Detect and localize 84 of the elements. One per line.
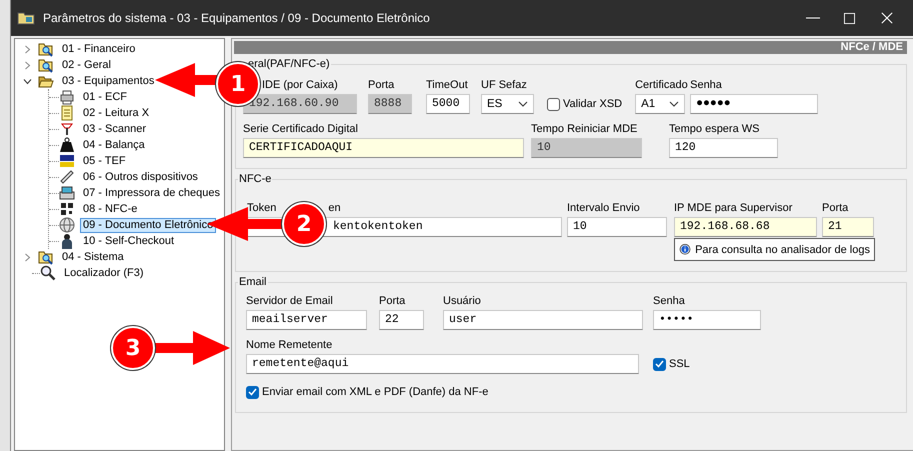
device-icon — [59, 185, 75, 201]
tree-item[interactable]: 01 - Financeiro — [15, 41, 138, 57]
field-label: Nome Remetente — [246, 338, 332, 352]
chevron-right-icon[interactable] — [23, 44, 32, 54]
checkbox-label: SSL — [669, 358, 690, 370]
field-label: Servidor de Email — [246, 294, 333, 308]
folder-icon — [38, 57, 54, 73]
device-icon — [59, 217, 75, 233]
info-icon — [679, 242, 692, 258]
field-label: Certificado — [635, 78, 688, 92]
field-label: Intervalo Envio — [567, 201, 640, 215]
input-field[interactable]: 10 — [567, 217, 667, 237]
field-label: TimeOut — [426, 78, 468, 92]
chevron-down-icon — [518, 101, 528, 107]
chevron-right-icon[interactable] — [23, 252, 32, 262]
tree-item[interactable]: 02 - Geral — [15, 57, 114, 73]
input-field[interactable]: 22 — [379, 310, 424, 330]
tree-item[interactable]: 10 - Self-Checkout — [49, 233, 178, 249]
tree-item[interactable]: 05 - TEF — [49, 153, 129, 169]
tree-item[interactable]: Localizador (F3) — [32, 265, 146, 281]
folder-icon — [38, 249, 54, 265]
input-field[interactable]: 192.168.68.68 — [674, 217, 817, 237]
field-label: UF Sefaz — [481, 78, 527, 92]
tree-item[interactable]: 07 - Impressora de cheques — [49, 185, 223, 201]
device-icon — [59, 137, 75, 153]
maximize-icon[interactable] — [844, 12, 855, 24]
field-label: Porta — [822, 201, 848, 215]
tree-item[interactable]: 08 - NFC-e — [49, 201, 140, 217]
device-icon — [59, 153, 75, 169]
minimize-icon[interactable] — [806, 17, 820, 19]
device-icon — [59, 233, 75, 249]
field-label: Tempo espera WS — [669, 122, 760, 136]
input-field[interactable]: ••••• — [653, 310, 761, 330]
tree-item[interactable]: 02 - Leitura X — [49, 105, 152, 121]
input-field[interactable]: 120 — [669, 138, 778, 158]
field-label: Senha — [653, 294, 685, 308]
group-title: eral(PAF/NFC-e) — [247, 58, 331, 70]
info-button[interactable]: Para consulta no analisador de logs — [674, 238, 875, 261]
input-field[interactable]: meailserver — [246, 310, 367, 330]
input-field[interactable]: 5000 — [426, 94, 470, 114]
checkbox-label: Validar XSD — [563, 98, 622, 110]
checkbox-label: Enviar email com XML e PDF (Danfe) da NF-e — [262, 386, 488, 398]
tree-item[interactable]: 01 - ECF — [49, 89, 130, 105]
folder-icon — [38, 41, 54, 57]
input-field[interactable]: remetente@aqui — [246, 354, 639, 374]
field-label: Tempo Reiniciar MDE — [531, 122, 638, 136]
tree-item[interactable]: 04 - Balança — [49, 137, 148, 153]
field-label: Porta — [379, 294, 406, 308]
field-label: IDE (por Caixa) — [262, 78, 338, 92]
app-icon — [17, 11, 35, 25]
close-icon[interactable] — [881, 12, 893, 24]
checkbox[interactable] — [653, 358, 666, 370]
dropdown[interactable]: ES — [481, 94, 534, 114]
chevron-right-icon[interactable] — [23, 60, 32, 70]
group-title: NFC-e — [238, 173, 272, 185]
input-field[interactable]: 21 — [822, 217, 874, 237]
field-label: IP MDE para Supervisor — [674, 201, 792, 215]
input-field[interactable]: CERTIFICADOAQUI — [243, 138, 524, 158]
search-icon — [40, 265, 56, 281]
chevron-down-icon[interactable] — [23, 76, 32, 86]
field-label: Usuário — [443, 294, 481, 308]
checkbox[interactable] — [246, 386, 259, 398]
field-label: Token — [247, 201, 276, 215]
device-icon — [59, 121, 75, 137]
field-label: en — [328, 201, 341, 215]
tree-item[interactable]: 04 - Sistema — [15, 249, 127, 265]
input-field[interactable]: user — [443, 310, 643, 330]
tree-item[interactable]: 03 - Scanner — [49, 121, 149, 137]
group-title: Email — [238, 276, 268, 288]
device-icon — [59, 89, 75, 105]
field-label: Serie Certificado Digital — [243, 122, 358, 136]
device-icon — [59, 201, 75, 217]
panel-header: NFCe / MDE — [234, 41, 907, 54]
input-field[interactable]: ●●●●● — [690, 94, 818, 114]
tree-item[interactable]: 03 - Equipamentos — [15, 73, 158, 89]
checkbox[interactable] — [547, 98, 560, 110]
dropdown[interactable]: A1 — [635, 94, 686, 114]
chevron-down-icon — [669, 101, 680, 107]
field-label: Senha — [690, 78, 722, 92]
tree-item[interactable]: 06 - Outros dispositivos — [49, 169, 201, 185]
device-icon — [59, 169, 75, 185]
device-icon — [59, 105, 75, 121]
window-title: Parâmetros do sistema - 03 - Equipamentos / 09 - Documento Eletrônico — [43, 11, 431, 25]
field-label: Porta — [368, 78, 394, 92]
